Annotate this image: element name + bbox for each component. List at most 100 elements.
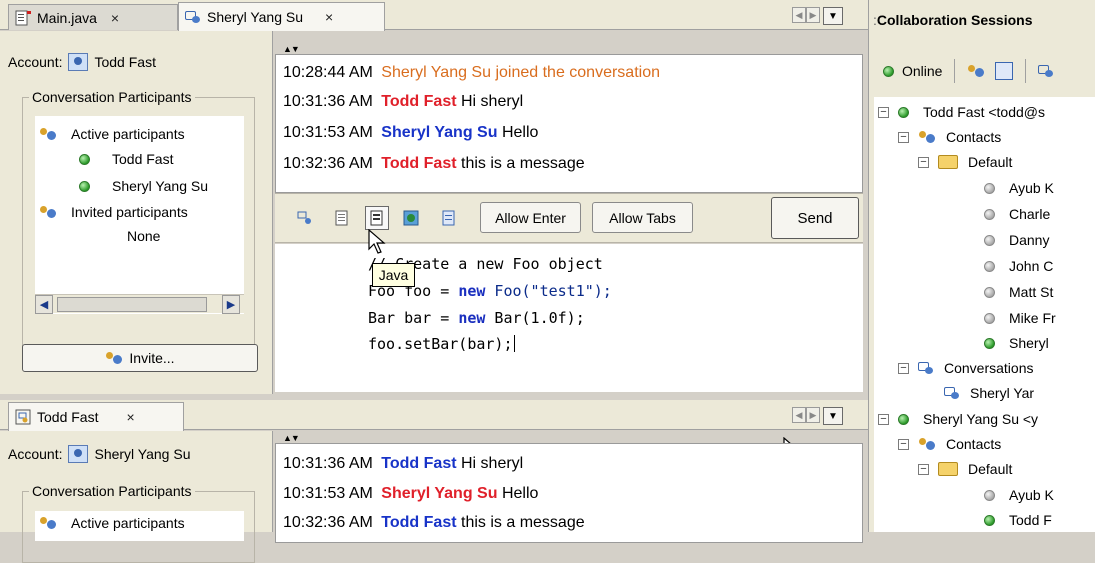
collapse-icon[interactable]: −	[918, 156, 929, 168]
scroll-left-icon[interactable]: ◀	[35, 295, 53, 314]
tree-contact-item[interactable]: Sheryl	[984, 335, 1049, 351]
tree-account-node[interactable]: − Sheryl Yang Su <y	[878, 411, 1038, 427]
tree-contact-item[interactable]: Mike Fr	[984, 310, 1056, 326]
scroll-right-icon[interactable]: ▶	[806, 7, 820, 23]
tab-main-java[interactable]: Main.java ×	[8, 4, 178, 30]
toolbar-separator	[1025, 59, 1027, 83]
new-conversation-icon[interactable]	[1038, 64, 1056, 78]
tab-sheryl-yang-su[interactable]: Sheryl Yang Su ×	[178, 2, 385, 31]
invited-participants-node[interactable]: Invited participants	[39, 204, 188, 220]
tree-contact-item[interactable]: Matt St	[984, 284, 1053, 300]
tab-nav-controls: ◀ ▶ ▼	[792, 7, 843, 25]
chevron-down-icon[interactable]: ▼	[823, 407, 843, 425]
add-contact-icon[interactable]	[967, 63, 987, 79]
message-text: this is a message	[461, 514, 585, 531]
message-row: 10:28:44 AM Sheryl Yang Su joined the co…	[283, 64, 660, 81]
tree-contact-item[interactable]: Todd F	[984, 512, 1052, 528]
chevron-down-icon[interactable]: ▼	[823, 7, 843, 25]
code-line: Bar bar = new Bar(1.0f);	[368, 309, 585, 327]
tree-contact-item[interactable]: Charle	[984, 206, 1050, 222]
sender-name: Todd Fast	[381, 155, 457, 172]
collapse-icon[interactable]: −	[878, 106, 889, 118]
message-row: 10:32:36 AM Todd Fast this is a message	[283, 155, 585, 172]
active-participants-node[interactable]: Active participants	[39, 126, 185, 142]
chat-mode-icon[interactable]	[295, 208, 315, 228]
account-name: Sheryl Yang Su	[94, 446, 191, 462]
top-tab-strip: Main.java × Sheryl Yang Su × ◀ ▶ ▼	[0, 0, 868, 31]
participant-item[interactable]: Todd Fast	[79, 151, 173, 167]
collapse-icon[interactable]: −	[918, 463, 929, 475]
toolbar-separator	[954, 59, 956, 83]
invited-none-label: None	[127, 228, 161, 244]
collapse-icon[interactable]: −	[878, 413, 889, 425]
scroll-right-icon[interactable]: ▶	[222, 295, 240, 314]
panel-title: :Collaboration Sessions	[873, 12, 1033, 28]
splitter-handle-icon[interactable]: ▲▼	[283, 433, 300, 443]
tree-folder-node[interactable]: − Default	[918, 461, 1012, 477]
online-status-icon	[898, 413, 909, 425]
sender-name: Todd Fast	[381, 93, 457, 110]
account-icon	[68, 445, 89, 463]
people-icon	[105, 350, 123, 366]
tree-contact-item[interactable]: John C	[984, 258, 1053, 274]
java-file-icon	[15, 10, 31, 26]
html-mode-icon[interactable]	[401, 208, 421, 228]
sender-name: Sheryl Yang Su	[381, 124, 498, 141]
close-icon[interactable]: ×	[126, 409, 134, 425]
online-status-label[interactable]: Online	[902, 63, 942, 79]
message-row: 10:31:36 AM Todd Fast Hi sheryl	[283, 455, 524, 472]
collapse-icon[interactable]: −	[898, 438, 909, 450]
allow-tabs-button[interactable]: Allow Tabs	[592, 202, 693, 233]
collab-toolbar: Online	[883, 54, 1064, 88]
close-icon[interactable]: ×	[325, 9, 333, 25]
send-button[interactable]: Send	[771, 197, 859, 239]
message-text: Hi sheryl	[461, 93, 524, 110]
tab-todd-fast[interactable]: Todd Fast ×	[8, 402, 184, 431]
allow-enter-button[interactable]: Allow Enter	[480, 202, 581, 233]
scrollbar-thumb[interactable]	[57, 297, 207, 312]
tree-contact-item[interactable]: Ayub K	[984, 487, 1054, 503]
message-text: Hello	[501, 485, 539, 502]
sessions-tree: − Todd Fast <todd@s − Contacts − Default…	[874, 97, 1095, 532]
conversation-icon	[918, 361, 936, 375]
people-icon	[39, 204, 59, 220]
tree-folder-node[interactable]: − Default	[918, 154, 1012, 170]
close-icon[interactable]: ×	[111, 10, 119, 26]
tree-conversation-item[interactable]: Sheryl Yar	[944, 385, 1034, 401]
message-row: 10:32:36 AM Todd Fast this is a message	[283, 514, 585, 531]
grid-view-icon[interactable]	[995, 62, 1014, 80]
tree-account-node[interactable]: − Todd Fast <todd@s	[878, 104, 1045, 120]
tree-contacts-node[interactable]: − Contacts	[898, 129, 1001, 145]
participants-legend: Conversation Participants	[32, 483, 192, 499]
collapse-icon[interactable]: −	[898, 131, 909, 143]
scroll-left-icon[interactable]: ◀	[792, 7, 806, 23]
tree-contact-item[interactable]: Ayub K	[984, 180, 1054, 196]
scroll-right-icon[interactable]: ▶	[806, 407, 820, 423]
bottom-participants-panel: Account: Sheryl Yang Su Conversation Par…	[0, 431, 273, 563]
splitter-handle-icon[interactable]: ▲▼	[283, 44, 300, 54]
sender-name: Sheryl Yang Su	[381, 485, 498, 502]
participant-item[interactable]: Sheryl Yang Su	[79, 178, 244, 194]
tree-contact-item[interactable]: Danny	[984, 232, 1049, 248]
collapse-icon[interactable]: −	[898, 362, 909, 374]
code-line: foo.setBar(bar);	[368, 335, 515, 353]
account-icon	[68, 53, 89, 71]
java-mode-icon[interactable]	[365, 206, 389, 230]
active-participants-node[interactable]: Active participants	[39, 515, 185, 531]
invite-button[interactable]: Invite...	[22, 344, 258, 372]
xml-mode-icon[interactable]	[439, 208, 459, 228]
scroll-left-icon[interactable]: ◀	[792, 407, 806, 423]
text-mode-icon[interactable]	[332, 208, 352, 228]
message-text: Hi sheryl	[461, 455, 524, 472]
participants-list: Active participants	[35, 511, 244, 541]
offline-status-icon	[984, 234, 995, 246]
account-name: Todd Fast	[94, 54, 156, 70]
top-participants-panel: Account: Todd Fast Conversation Particip…	[0, 31, 273, 394]
offline-status-icon	[984, 182, 995, 194]
tree-conversations-node[interactable]: − Conversations	[898, 360, 1034, 376]
participants-hscrollbar[interactable]: ◀ ▶	[35, 294, 244, 314]
message-row: 10:31:36 AM Todd Fast Hi sheryl	[283, 93, 524, 110]
people-icon	[39, 126, 59, 142]
sender-name: Todd Fast	[381, 455, 457, 472]
tree-contacts-node[interactable]: − Contacts	[898, 436, 1001, 452]
